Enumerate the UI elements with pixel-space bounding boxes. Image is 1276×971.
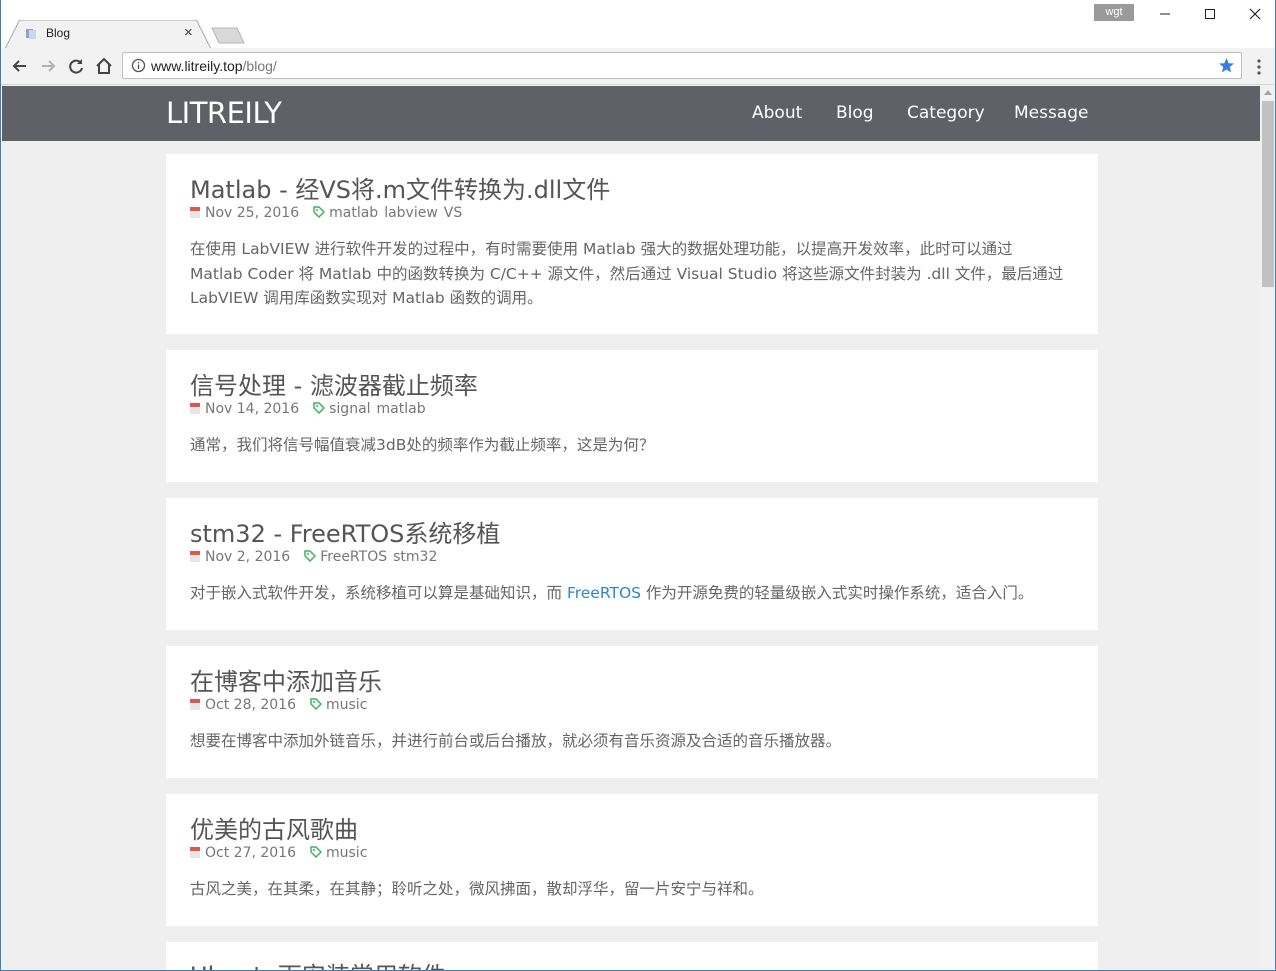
post-date: Oct 27, 2016 bbox=[205, 845, 296, 861]
post-card: Matlab - 经VS将.m文件转换为.dll文件 Nov 25, 2016 m… bbox=[166, 154, 1098, 334]
back-arrow-icon[interactable] bbox=[9, 55, 31, 77]
tag-link[interactable]: matlab bbox=[377, 401, 426, 417]
post-title[interactable]: 信号处理 - 滤波器截止频率 bbox=[190, 366, 478, 401]
post-date: Nov 2, 2016 bbox=[205, 549, 291, 565]
reload-icon[interactable] bbox=[65, 55, 87, 77]
minimize-button[interactable] bbox=[1145, 4, 1185, 26]
calendar-icon bbox=[190, 207, 200, 218]
tag-link[interactable]: FreeRTOS bbox=[320, 549, 387, 565]
calendar-icon bbox=[190, 403, 200, 414]
post-card: Ubuntu下安装常用软件 bbox=[166, 942, 1098, 970]
tag-link[interactable]: matlab bbox=[329, 205, 378, 221]
nav-message[interactable]: Message bbox=[1014, 103, 1089, 123]
close-tab-icon[interactable]: × bbox=[184, 25, 193, 41]
url-path: /blog/ bbox=[242, 58, 277, 74]
home-icon[interactable] bbox=[93, 55, 115, 77]
post-excerpt: 想要在博客中添加外链音乐，并进行前台或后台播放，就必须有音乐资源及合适的音乐播放… bbox=[190, 732, 842, 750]
post-date: Nov 25, 2016 bbox=[205, 205, 300, 221]
browser-window: Blog × wgt www.litreily.top/blog/ LITREI… bbox=[0, 0, 1276, 971]
tab-strip: Blog × wgt bbox=[1, 0, 1275, 49]
address-bar[interactable]: www.litreily.top/blog/ bbox=[122, 52, 1242, 79]
site-brand[interactable]: LITREILY bbox=[166, 96, 282, 130]
tag-icon bbox=[310, 698, 322, 710]
url-host: www.litreily.top bbox=[151, 58, 243, 74]
tag-icon bbox=[304, 550, 317, 562]
excerpt-text: 对于嵌入式软件开发，系统移植可以算是基础知识，而 bbox=[190, 584, 567, 602]
tag-link[interactable]: stm32 bbox=[393, 549, 437, 565]
post-meta: Nov 2, 2016 FreeRTOS stm32 bbox=[190, 549, 443, 565]
post-date: Oct 28, 2016 bbox=[205, 697, 296, 713]
calendar-icon bbox=[190, 847, 200, 858]
tag-link[interactable]: music bbox=[326, 845, 367, 861]
freertos-link[interactable]: FreeRTOS bbox=[567, 584, 641, 602]
browser-toolbar: www.litreily.top/blog/ bbox=[1, 48, 1275, 85]
post-card: 优美的古风歌曲 Oct 27, 2016 music 古风之美，在其柔，在其静；聆… bbox=[166, 794, 1098, 926]
post-title[interactable]: Ubuntu下安装常用软件 bbox=[190, 956, 446, 970]
star-icon[interactable] bbox=[1218, 57, 1235, 74]
maximize-icon bbox=[1205, 9, 1215, 19]
post-card: stm32 - FreeRTOS系统移植 Nov 2, 2016 FreeRTOS… bbox=[166, 498, 1098, 630]
post-title[interactable]: 在博客中添加音乐 bbox=[190, 662, 382, 697]
calendar-icon bbox=[190, 551, 200, 562]
info-icon[interactable] bbox=[131, 58, 146, 73]
tag-icon bbox=[313, 206, 326, 218]
blog-favicon-icon bbox=[26, 29, 36, 39]
post-title[interactable]: stm32 - FreeRTOS系统移植 bbox=[190, 514, 500, 549]
nav-about[interactable]: About bbox=[752, 103, 802, 123]
profile-badge[interactable]: wgt bbox=[1094, 4, 1134, 21]
nav-blog[interactable]: Blog bbox=[836, 103, 874, 123]
tab-title: Blog bbox=[46, 26, 71, 40]
post-title[interactable]: Matlab - 经VS将.m文件转换为.dll文件 bbox=[190, 170, 610, 205]
vertical-scrollbar[interactable] bbox=[1260, 86, 1275, 970]
post-card: 在博客中添加音乐 Oct 28, 2016 music 想要在博客中添加外链音乐，… bbox=[166, 646, 1098, 778]
tag-icon bbox=[310, 846, 322, 858]
site-navbar: LITREILY About Blog Category Message bbox=[2, 86, 1260, 141]
tag-icon bbox=[313, 402, 326, 414]
scroll-thumb[interactable] bbox=[1262, 101, 1274, 287]
post-excerpt: 通常，我们将信号幅值衰减3dB处的频率作为截止频率，这是为何？ bbox=[190, 436, 655, 454]
tag-link[interactable]: VS bbox=[444, 205, 462, 221]
excerpt-text: 作为开源免费的轻量级嵌入式实时操作系统，适合入门。 bbox=[640, 584, 1034, 602]
post-excerpt: 古风之美，在其柔，在其静；聆听之处，微风拂面，散却浮华，留一片安宁与祥和。 bbox=[190, 880, 764, 898]
tag-link[interactable]: music bbox=[326, 697, 367, 713]
nav-category[interactable]: Category bbox=[907, 103, 985, 123]
close-window-button[interactable] bbox=[1235, 4, 1275, 26]
menu-icon[interactable] bbox=[1251, 58, 1267, 76]
scroll-up-arrow-icon[interactable] bbox=[1264, 90, 1272, 95]
tag-link[interactable]: labview bbox=[384, 205, 438, 221]
calendar-icon bbox=[190, 699, 200, 710]
forward-arrow-icon[interactable] bbox=[37, 55, 59, 77]
url-text[interactable]: www.litreily.top/blog/ bbox=[151, 58, 277, 74]
new-tab-button[interactable] bbox=[211, 27, 245, 44]
post-meta: Nov 14, 2016 signal matlab bbox=[190, 401, 432, 417]
post-meta: Nov 25, 2016 matlab labview VS bbox=[190, 205, 468, 221]
post-excerpt: 对于嵌入式软件开发，系统移植可以算是基础知识，而 FreeRTOS 作为开源免费… bbox=[190, 581, 1070, 606]
tag-link[interactable]: signal bbox=[329, 401, 370, 417]
post-meta: Oct 27, 2016 music bbox=[190, 845, 373, 861]
post-meta: Oct 28, 2016 music bbox=[190, 697, 373, 713]
post-card: 信号处理 - 滤波器截止频率 Nov 14, 2016 signal matlab … bbox=[166, 350, 1098, 482]
minimize-icon bbox=[1160, 13, 1170, 15]
post-date: Nov 14, 2016 bbox=[205, 401, 300, 417]
post-title[interactable]: 优美的古风歌曲 bbox=[190, 810, 358, 845]
close-icon bbox=[1249, 8, 1261, 20]
page-viewport: LITREILY About Blog Category Message Mat… bbox=[2, 86, 1260, 970]
post-excerpt: 在使用 LabVIEW 进行软件开发的过程中，有时需要使用 Matlab 强大的… bbox=[190, 240, 1064, 307]
maximize-button[interactable] bbox=[1190, 4, 1230, 26]
